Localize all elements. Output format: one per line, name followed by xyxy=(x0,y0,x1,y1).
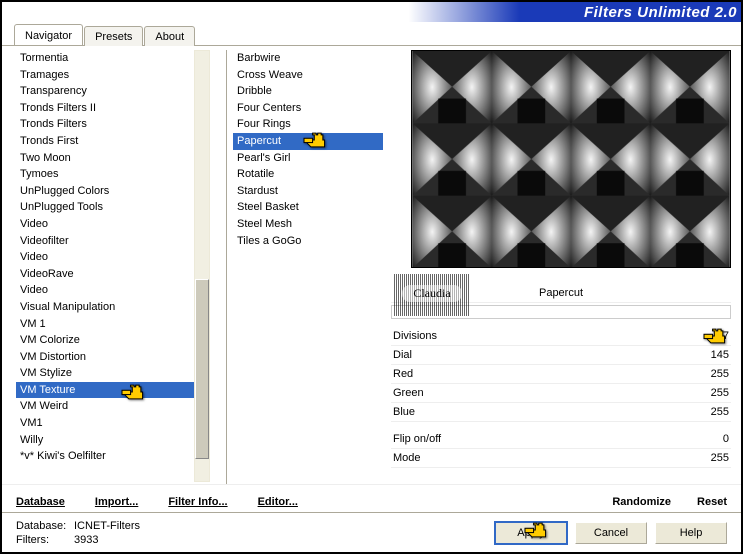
filter-item[interactable]: Tiles a GoGo xyxy=(233,233,383,250)
current-filter-name: Papercut xyxy=(391,284,731,303)
category-item[interactable]: VM1 xyxy=(16,415,206,432)
category-item[interactable]: *v* Kiwi's Oelfilter xyxy=(16,448,206,465)
database-button[interactable]: Database xyxy=(16,496,65,508)
db-key: Database: xyxy=(16,520,74,532)
category-item[interactable]: Tymoes xyxy=(16,166,206,183)
category-item[interactable]: VM Colorize xyxy=(16,332,206,349)
category-item[interactable]: VM 1 xyxy=(16,316,206,333)
category-item[interactable]: UnPlugged Tools xyxy=(16,199,206,216)
filter-list[interactable]: BarbwireCross WeaveDribbleFour CentersFo… xyxy=(233,50,383,249)
param-label: Mode xyxy=(393,452,689,464)
category-item[interactable]: Transparency xyxy=(16,83,206,100)
param-label: Blue xyxy=(393,406,689,418)
param-value: 255 xyxy=(689,387,729,399)
help-button[interactable]: Help xyxy=(655,522,727,544)
param-row[interactable]: Dial145 xyxy=(391,346,731,365)
filter-item[interactable]: Four Centers xyxy=(233,100,383,117)
filter-column: BarbwireCross WeaveDribbleFour CentersFo… xyxy=(233,50,383,484)
filter-item[interactable]: Barbwire xyxy=(233,50,383,67)
category-item[interactable]: VideoRave xyxy=(16,266,206,283)
param-value: 67 xyxy=(689,330,729,342)
param-value: 145 xyxy=(689,349,729,361)
filter-item[interactable]: Cross Weave xyxy=(233,67,383,84)
cancel-button[interactable]: Cancel xyxy=(575,522,647,544)
editor-button[interactable]: Editor... xyxy=(258,496,298,508)
main-area: TormentiaTramagesTransparencyTronds Filt… xyxy=(2,46,741,484)
category-scrollbar[interactable] xyxy=(194,50,210,482)
category-list[interactable]: TormentiaTramagesTransparencyTronds Filt… xyxy=(16,50,206,484)
param-value: 255 xyxy=(689,406,729,418)
category-column: TormentiaTramagesTransparencyTronds Filt… xyxy=(16,50,206,484)
param-value: 255 xyxy=(689,452,729,464)
link-button-row: Database Import... Filter Info... Editor… xyxy=(2,484,741,512)
footer: Database:ICNET-Filters Filters:3933 Appl… xyxy=(2,512,741,552)
randomize-button[interactable]: Randomize xyxy=(612,496,671,508)
category-item[interactable]: Tormentia xyxy=(16,50,206,67)
title-bar: Filters Unlimited 2.0 xyxy=(2,2,741,22)
param-label: Red xyxy=(393,368,689,380)
category-item[interactable]: Videofilter xyxy=(16,233,206,250)
category-item[interactable]: Willy xyxy=(16,432,206,449)
db-val: ICNET-Filters xyxy=(74,520,140,532)
category-item[interactable]: Video xyxy=(16,282,206,299)
tab-navigator[interactable]: Navigator xyxy=(14,24,83,45)
filter-item[interactable]: Four Rings xyxy=(233,116,383,133)
param-row[interactable]: Blue255 xyxy=(391,403,731,422)
filter-item[interactable]: Rotatile xyxy=(233,166,383,183)
category-item[interactable]: Tronds Filters xyxy=(16,116,206,133)
category-item[interactable]: Video xyxy=(16,249,206,266)
category-item[interactable]: Video xyxy=(16,216,206,233)
category-item[interactable]: Two Moon xyxy=(16,150,206,167)
tab-presets[interactable]: Presets xyxy=(84,26,143,46)
filter-item[interactable]: Steel Basket xyxy=(233,199,383,216)
scrollbar-thumb[interactable] xyxy=(195,279,209,459)
import-button[interactable]: Import... xyxy=(95,496,138,508)
param-row[interactable]: Green255 xyxy=(391,384,731,403)
param-row[interactable]: Mode255 xyxy=(391,449,731,468)
tab-about[interactable]: About xyxy=(144,26,195,46)
column-separator xyxy=(226,50,227,484)
param-row[interactable]: Divisions67 xyxy=(391,327,731,346)
category-item[interactable]: Tronds First xyxy=(16,133,206,150)
param-header: Papercut xyxy=(391,284,731,303)
filter-item[interactable]: Papercut xyxy=(233,133,383,150)
preview-column: Papercut Divisions67Dial145Red255Green25… xyxy=(383,50,731,484)
category-item[interactable]: Visual Manipulation xyxy=(16,299,206,316)
param-label: Flip on/off xyxy=(393,433,689,445)
app-title: Filters Unlimited 2.0 xyxy=(584,4,737,21)
reset-button[interactable]: Reset xyxy=(697,496,727,508)
param-row[interactable]: Flip on/off0 xyxy=(391,430,731,449)
param-row[interactable]: Red255 xyxy=(391,365,731,384)
category-item[interactable]: VM Weird xyxy=(16,398,206,415)
filters-val: 3933 xyxy=(74,534,98,546)
filter-item[interactable]: Pearl's Girl xyxy=(233,150,383,167)
tab-strip: NavigatorPresetsAbout xyxy=(2,22,741,46)
preview-image xyxy=(411,50,731,268)
param-label: Green xyxy=(393,387,689,399)
category-item[interactable]: UnPlugged Colors xyxy=(16,183,206,200)
apply-button[interactable]: Apply xyxy=(495,522,567,544)
filter-item[interactable]: Steel Mesh xyxy=(233,216,383,233)
category-item[interactable]: VM Distortion xyxy=(16,349,206,366)
param-label: Divisions xyxy=(393,330,689,342)
params-table: Divisions67Dial145Red255Green255Blue255F… xyxy=(391,327,731,468)
footer-info: Database:ICNET-Filters Filters:3933 xyxy=(16,520,140,546)
param-value: 255 xyxy=(689,368,729,380)
footer-buttons: Apply Cancel Help xyxy=(495,522,727,544)
filter-item[interactable]: Dribble xyxy=(233,83,383,100)
param-value: 0 xyxy=(689,433,729,445)
category-item[interactable]: Tronds Filters II xyxy=(16,100,206,117)
filter-info-button[interactable]: Filter Info... xyxy=(168,496,227,508)
category-item[interactable]: Tramages xyxy=(16,67,206,84)
param-label: Dial xyxy=(393,349,689,361)
preview-svg xyxy=(412,51,730,267)
filter-item[interactable]: Stardust xyxy=(233,183,383,200)
filters-key: Filters: xyxy=(16,534,74,546)
progress-bar xyxy=(391,305,731,319)
category-item[interactable]: VM Stylize xyxy=(16,365,206,382)
category-item[interactable]: VM Texture xyxy=(16,382,206,399)
